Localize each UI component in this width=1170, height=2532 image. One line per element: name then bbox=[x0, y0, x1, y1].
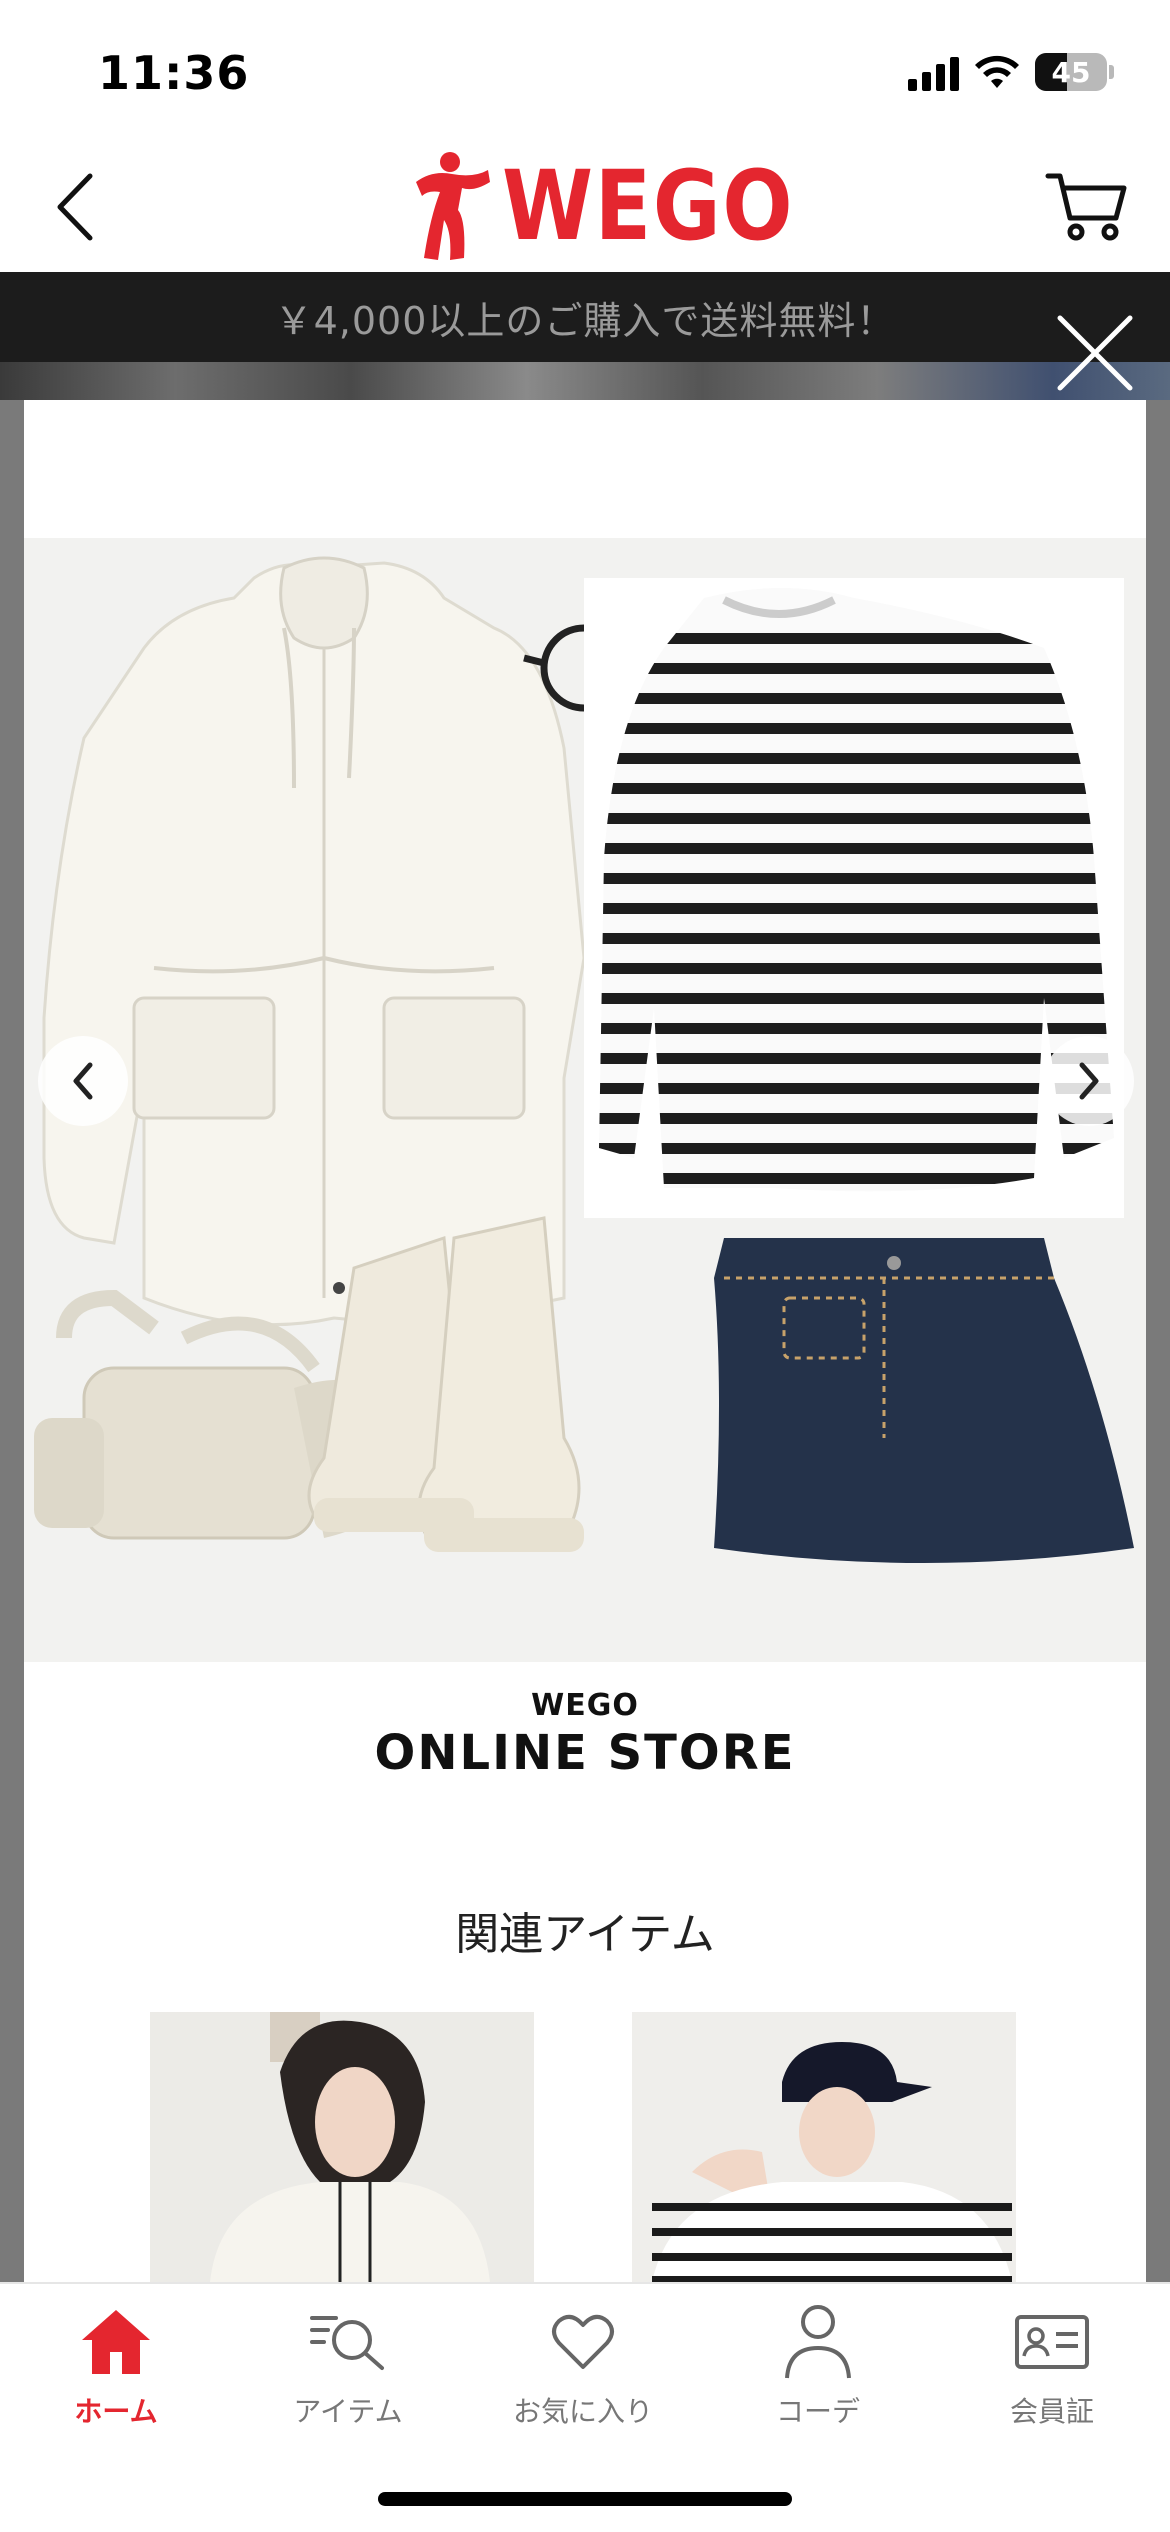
battery-icon: 45 bbox=[1035, 53, 1107, 91]
heart-icon bbox=[552, 2314, 614, 2369]
back-button[interactable] bbox=[30, 162, 120, 252]
tab-home-label: ホーム bbox=[74, 2395, 158, 2428]
related-item-card[interactable] bbox=[632, 2012, 1016, 2282]
tab-items[interactable]: アイテム bbox=[258, 2302, 438, 2452]
person-icon bbox=[785, 2305, 851, 2379]
member-card-icon bbox=[1015, 2315, 1089, 2369]
tab-member-card[interactable]: 会員証 bbox=[962, 2302, 1142, 2452]
status-bar: 11:36 45 bbox=[0, 0, 1170, 140]
related-item-image bbox=[632, 2012, 1016, 2282]
related-item-image bbox=[150, 2012, 534, 2282]
coordinate-image bbox=[24, 538, 1146, 1662]
shirt-stripe bbox=[599, 843, 1114, 854]
banner-text: ￥4,000以上のご購入で送料無料！ bbox=[274, 298, 896, 343]
shirt-stripe bbox=[599, 783, 1114, 794]
shirt-stripe bbox=[599, 903, 1114, 914]
tab-home[interactable]: ホーム bbox=[26, 2302, 206, 2452]
related-items-title: 関連アイテム bbox=[455, 1909, 715, 1960]
cart-button[interactable] bbox=[1044, 168, 1130, 244]
chevron-left-icon bbox=[73, 1062, 93, 1100]
tab-coordinate[interactable]: コーデ bbox=[728, 2302, 908, 2452]
tab-items-label: アイテム bbox=[293, 2395, 403, 2428]
shirt-stripe bbox=[599, 813, 1114, 824]
backdrop-content-strip bbox=[0, 362, 1170, 400]
status-icons: 45 bbox=[908, 50, 1114, 94]
tab-coordinate-label: コーデ bbox=[775, 2395, 860, 2428]
store-brand-big: ONLINE STORE bbox=[374, 1725, 796, 1781]
wego-app-screen: 11:36 45 WEGO ￥4,000以上のご購入で送料無料！ WEGO ON… bbox=[0, 0, 1170, 2532]
related-item-card[interactable] bbox=[150, 2012, 534, 2282]
close-icon bbox=[1057, 315, 1133, 391]
free-shipping-banner[interactable]: ￥4,000以上のご購入で送料無料！ bbox=[0, 272, 1170, 362]
striped-shirt-illustration bbox=[584, 578, 1124, 1218]
home-indicator bbox=[378, 2492, 792, 2506]
app-header: WEGO bbox=[0, 140, 1170, 272]
wego-runner-logo-icon bbox=[416, 152, 490, 260]
coordinate-modal: WEGO ONLINE STORE 関連アイテム bbox=[24, 400, 1146, 2282]
shirt-stripe bbox=[599, 693, 1114, 704]
close-button[interactable] bbox=[1050, 308, 1140, 398]
tab-member-card-label: 会員証 bbox=[1009, 2395, 1094, 2428]
shirt-stripe bbox=[599, 963, 1114, 974]
shirt-stripe bbox=[599, 663, 1114, 674]
store-brand-small: WEGO bbox=[531, 1688, 639, 1723]
carousel-prev-button[interactable] bbox=[38, 1036, 128, 1126]
cart-icon bbox=[1045, 173, 1127, 241]
battery-percentage: 45 bbox=[1051, 56, 1091, 89]
chevron-left-icon bbox=[57, 173, 93, 241]
carousel-next-button[interactable] bbox=[1044, 1036, 1134, 1126]
coordinate-image-carousel[interactable] bbox=[24, 538, 1146, 1662]
status-time: 11:36 bbox=[98, 46, 250, 100]
chevron-right-icon bbox=[1079, 1062, 1099, 1100]
shirt-stripe bbox=[599, 723, 1114, 734]
online-store-brand: WEGO ONLINE STORE bbox=[24, 1688, 1146, 1781]
home-icon bbox=[82, 2310, 150, 2374]
wifi-icon bbox=[975, 55, 1019, 88]
tab-favorites-label: お気に入り bbox=[512, 2395, 653, 2428]
logo-text: WEGO bbox=[502, 150, 795, 262]
wego-logo[interactable]: WEGO bbox=[408, 144, 842, 268]
shirt-stripe bbox=[599, 933, 1114, 944]
tab-favorites[interactable]: お気に入り bbox=[493, 2302, 673, 2452]
item-search-icon bbox=[310, 2316, 384, 2370]
shirt-stripe bbox=[599, 993, 1114, 1004]
cellular-signal-icon bbox=[908, 53, 959, 91]
shirt-stripe bbox=[599, 873, 1114, 884]
shirt-stripe bbox=[599, 753, 1114, 764]
